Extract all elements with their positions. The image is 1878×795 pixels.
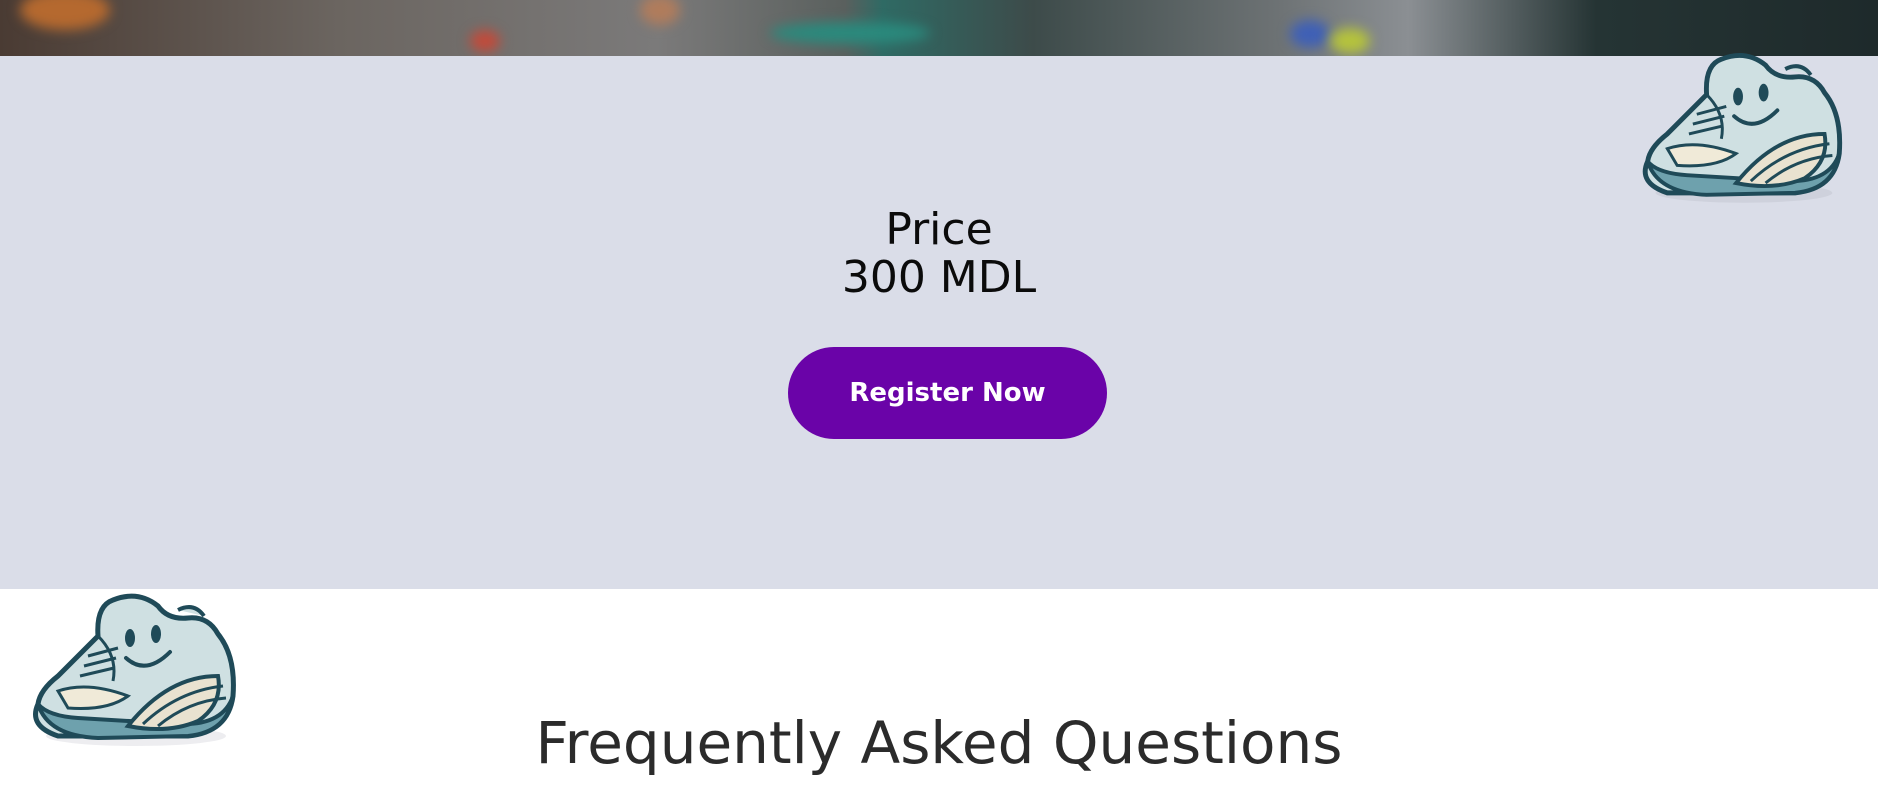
pricing-section: Price 300 MDL Register Now xyxy=(0,56,1878,589)
price-label: Price xyxy=(885,204,993,255)
price-value: 300 MDL xyxy=(841,252,1037,303)
smiling-sneaker-icon xyxy=(1642,53,1843,203)
faq-section-title: Frequently Asked Questions xyxy=(535,709,1343,777)
register-now-button[interactable]: Register Now xyxy=(788,347,1107,439)
hero-image-strip xyxy=(0,0,1878,56)
